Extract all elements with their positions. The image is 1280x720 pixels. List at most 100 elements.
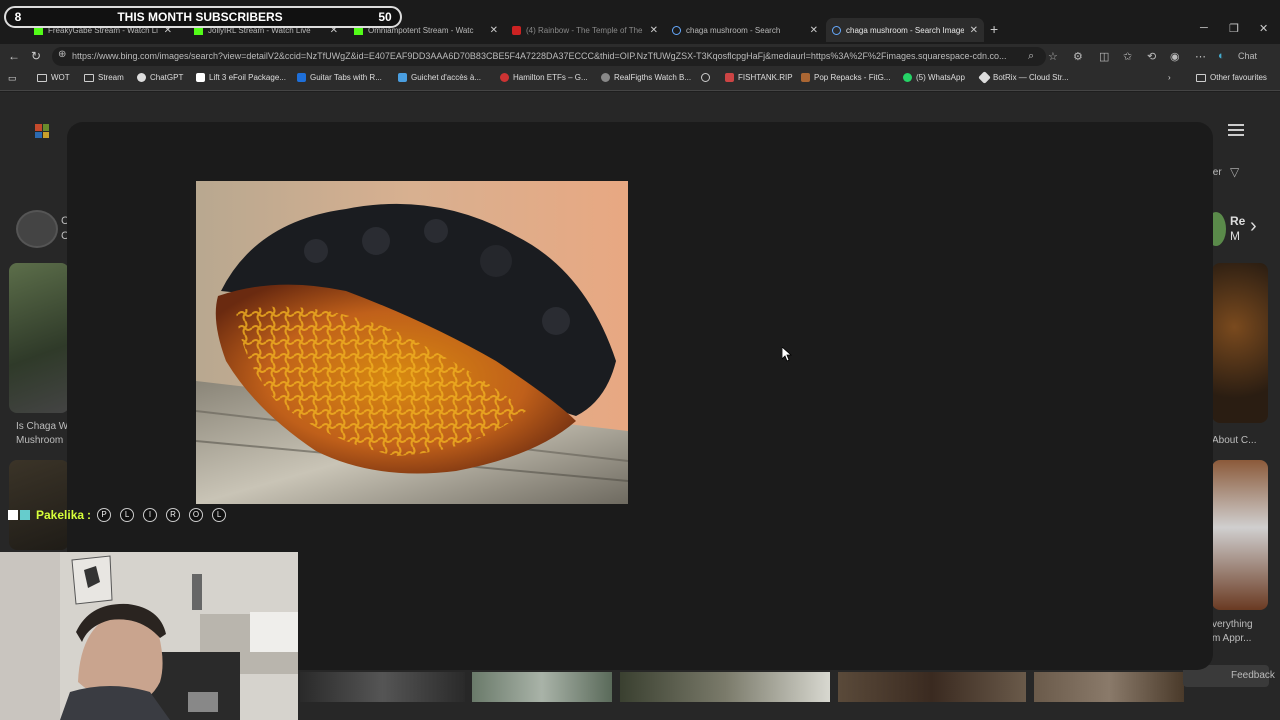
new-tab-button[interactable]: +	[990, 21, 998, 37]
lift-icon	[196, 73, 205, 82]
split-screen-icon[interactable]: ◫	[1099, 50, 1109, 63]
screen: FreakyGabe Stream - Watch Live ✕ JollyIR…	[0, 0, 1280, 720]
zoom-icon[interactable]: ⌕	[1028, 50, 1034, 63]
profile-icon[interactable]: ◉	[1170, 50, 1180, 63]
result-thumbnail[interactable]	[1212, 263, 1268, 423]
bookmark-stream[interactable]: Stream	[84, 73, 124, 82]
guitar-tabs-icon	[297, 73, 306, 82]
result-thumbnail[interactable]	[620, 672, 830, 702]
microsoft-logo-icon[interactable]	[35, 124, 49, 138]
bookmark-whatsapp[interactable]: (5) WhatsApp	[903, 73, 965, 82]
folder-icon	[84, 73, 94, 82]
wordpress-icon	[601, 73, 610, 82]
close-window-button[interactable]: ✕	[1259, 22, 1268, 35]
chevron-right-icon[interactable]: ›	[1250, 215, 1257, 238]
search-icon	[672, 25, 681, 35]
subscriber-goal-overlay: 8 THIS MONTH SUBSCRIBERS 50	[4, 6, 402, 28]
close-icon[interactable]: ✕	[810, 25, 818, 36]
refresh-button[interactable]: ↻	[31, 49, 41, 63]
result-thumbnail[interactable]	[472, 672, 612, 702]
bookmark-label: Guichet d'accès à...	[411, 73, 482, 82]
folder-icon	[37, 73, 47, 82]
bookmark-label: FISHTANK.RIP	[738, 73, 793, 82]
folder-icon	[1196, 73, 1206, 82]
extensions-icon[interactable]: ⚙	[1073, 50, 1083, 63]
tab-title: chaga mushroom - Search Images	[846, 25, 964, 35]
bookmark-label: BotRix — Cloud Str...	[993, 73, 1069, 82]
result-thumbnail[interactable]	[300, 672, 465, 702]
site-info-icon[interactable]: ⊕	[58, 49, 66, 60]
minimize-button[interactable]: ─	[1200, 22, 1208, 34]
related-search-chip-left[interactable]	[16, 210, 58, 248]
chaga-mushroom-photo[interactable]	[196, 181, 628, 504]
favorites-icon[interactable]: ✩	[1123, 50, 1132, 63]
globe-icon	[701, 73, 710, 82]
bookmark-label: Pop Repacks - FitG...	[814, 73, 891, 82]
emote-icon: R	[166, 508, 181, 522]
mouse-cursor-icon	[782, 347, 792, 362]
badge-icon	[8, 510, 18, 520]
back-button[interactable]: ←	[8, 49, 20, 63]
subscriber-goal: 50	[378, 10, 392, 24]
bookmark-botrix[interactable]: BotRix — Cloud Str...	[978, 71, 1069, 84]
bookmark-guitar-tabs[interactable]: Guitar Tabs with R...	[297, 73, 382, 82]
more-menu-icon[interactable]: ⋯	[1195, 50, 1206, 63]
bookmark-chatgpt[interactable]: ChatGPT	[137, 73, 183, 82]
filter-icon[interactable]: ▽	[1230, 165, 1239, 179]
restore-button[interactable]: ❐	[1229, 22, 1239, 35]
address-bar[interactable]: https://www.bing.com/images/search?view=…	[52, 47, 1046, 66]
bookmark-guichet[interactable]: Guichet d'accès à...	[398, 73, 481, 82]
bookmark-wot[interactable]: WOT	[37, 73, 70, 82]
webcam-overlay	[0, 552, 298, 720]
close-icon[interactable]: ✕	[650, 25, 658, 36]
close-icon[interactable]: ✕	[970, 25, 978, 36]
other-favourites[interactable]: Other favourites	[1196, 73, 1267, 82]
bookmark-globe[interactable]	[701, 73, 714, 82]
whatsapp-icon	[903, 73, 912, 82]
feedback-label: Feedback	[1231, 670, 1275, 681]
tab-chaga-search[interactable]: chaga mushroom - Search ✕	[666, 18, 824, 42]
hamilton-icon	[500, 73, 509, 82]
subscriber-count: 8	[14, 10, 22, 24]
menu-hamburger-icon[interactable]	[1228, 124, 1244, 136]
result-thumbnail[interactable]	[9, 263, 69, 413]
emote-icon: O	[189, 508, 204, 522]
fishtank-icon	[725, 73, 734, 82]
guichet-icon	[398, 73, 407, 82]
emote-icon: L	[120, 508, 135, 522]
fitgirl-icon	[801, 73, 810, 82]
tab-chaga-images[interactable]: chaga mushroom - Search Images ✕	[826, 18, 984, 42]
reading-view-icon[interactable]: ▭	[8, 73, 17, 84]
result-thumbnail[interactable]	[1212, 460, 1268, 610]
bookmark-label: Stream	[98, 73, 124, 82]
bookmark-label: (5) WhatsApp	[916, 73, 965, 82]
tab-rainbow[interactable]: (4) Rainbow - The Temple of The ✕	[506, 18, 664, 42]
copilot-icon[interactable]: ◐	[1218, 50, 1225, 62]
tab-title: (4) Rainbow - The Temple of The	[526, 25, 643, 35]
result-caption: verything	[1212, 619, 1253, 630]
bookmark-fishtank[interactable]: FISHTANK.RIP	[725, 73, 793, 82]
close-icon[interactable]: ✕	[490, 25, 498, 36]
youtube-icon	[512, 25, 521, 35]
bookmarks-bar: ▭ WOT Stream ChatGPT Lift 3 eFoil Packag…	[0, 69, 1280, 91]
chat-message: Pakelika : P L I R O L	[8, 507, 235, 523]
bookmark-label: ChatGPT	[150, 73, 184, 82]
result-thumbnail[interactable]	[9, 460, 69, 550]
tab-title: chaga mushroom - Search	[686, 25, 781, 35]
history-icon[interactable]: ⟲	[1147, 50, 1156, 63]
favorite-star-icon[interactable]: ☆	[1048, 50, 1058, 63]
result-caption: Is Chaga W	[16, 421, 69, 432]
result-thumbnail[interactable]	[1034, 672, 1184, 702]
bookmarks-overflow-chevron-icon[interactable]: ›	[1168, 73, 1171, 82]
result-thumbnail[interactable]	[838, 672, 1026, 702]
botrix-icon	[978, 71, 991, 84]
bookmark-pop-repacks[interactable]: Pop Repacks - FitG...	[801, 73, 890, 82]
url-text: https://www.bing.com/images/search?view=…	[72, 51, 1007, 61]
bookmark-lift[interactable]: Lift 3 eFoil Package...	[196, 73, 286, 82]
chat-button[interactable]: Chat	[1238, 51, 1257, 61]
bookmark-realfights[interactable]: RealFigths Watch B...	[601, 73, 691, 82]
chat-username: Pakelika	[36, 508, 85, 522]
bookmark-label: Lift 3 eFoil Package...	[209, 73, 286, 82]
bookmark-hamilton[interactable]: Hamilton ETFs – G...	[500, 73, 588, 82]
emote-icon: L	[212, 508, 227, 522]
